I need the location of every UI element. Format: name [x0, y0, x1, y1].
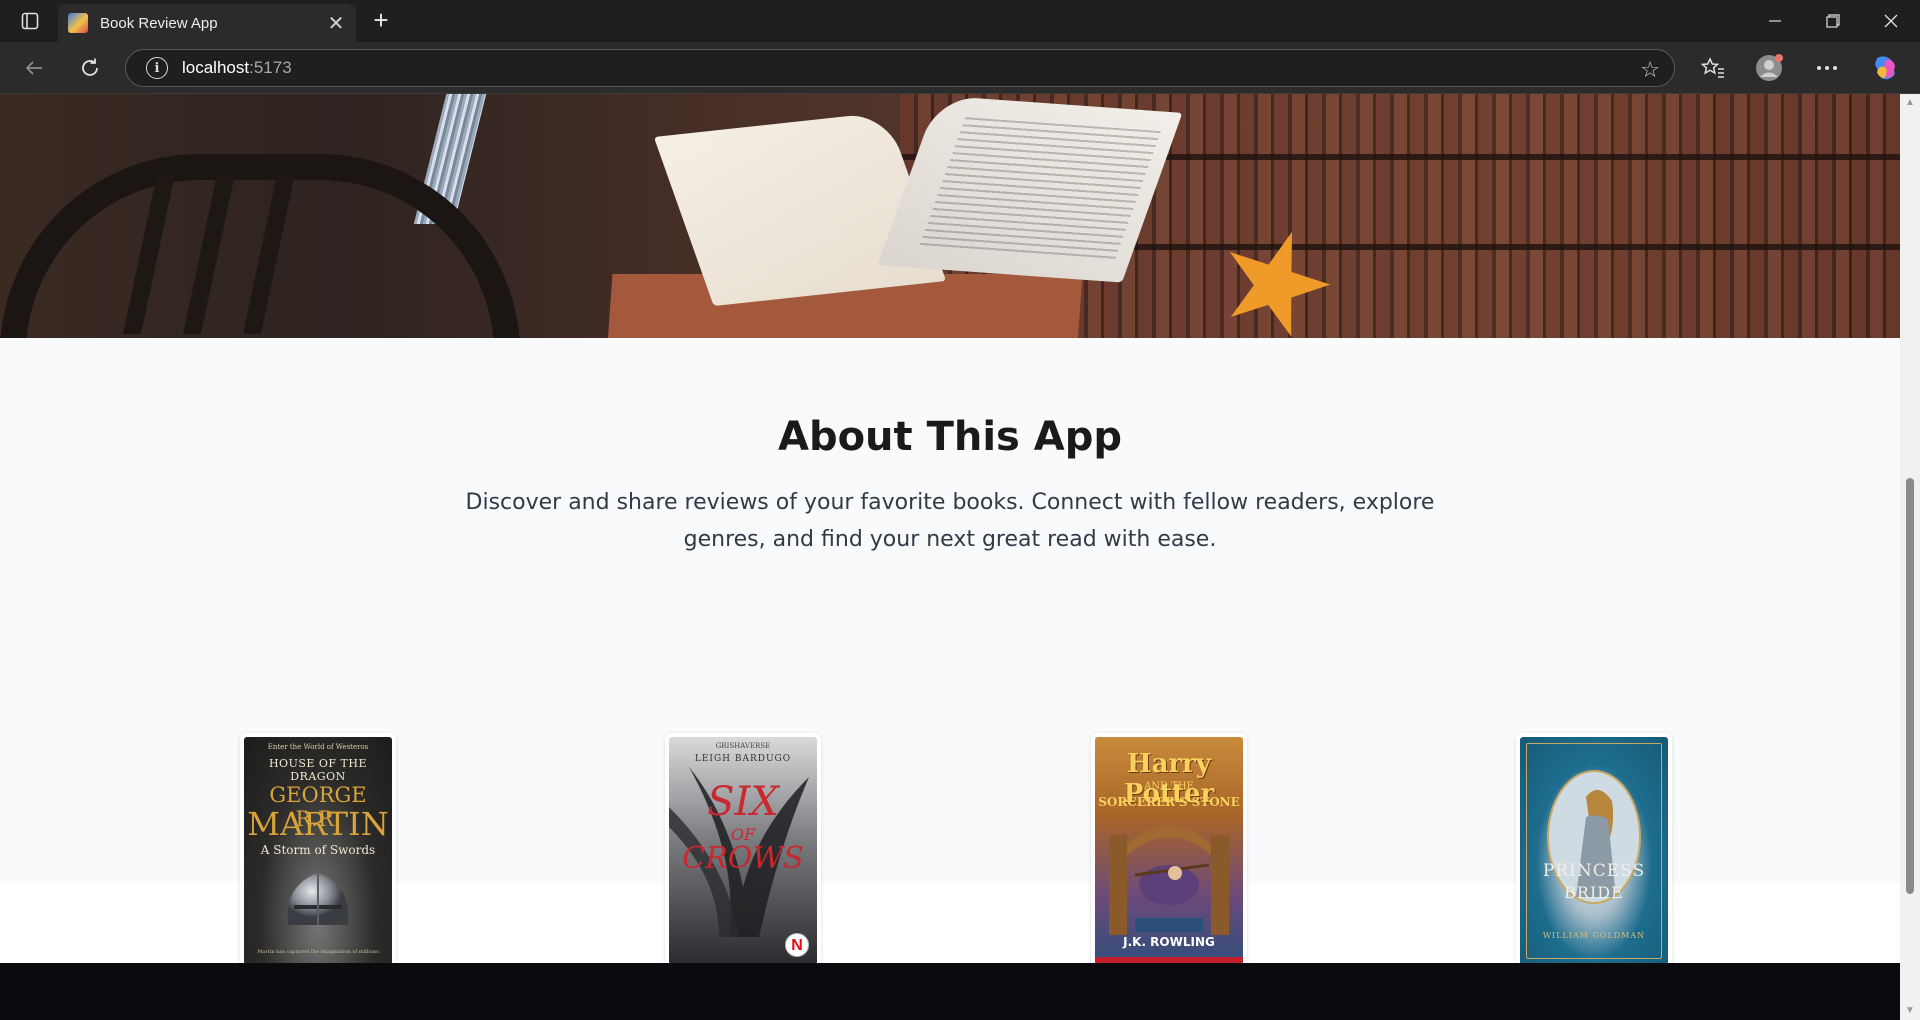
- book-card[interactable]: Enter the World of Westeros HOUSE OF THE…: [240, 733, 396, 969]
- url-field[interactable]: i localhost:5173 ☆: [125, 49, 1675, 87]
- more-options-icon[interactable]: [1810, 52, 1844, 84]
- minimize-icon[interactable]: [1746, 0, 1804, 42]
- scroll-up-icon[interactable]: ▲: [1904, 98, 1916, 108]
- page-viewport: About This App Discover and share review…: [0, 94, 1900, 1020]
- browser-tab-bar: Book Review App ✕ +: [0, 0, 1920, 42]
- hero-image: [0, 94, 1900, 338]
- book-cover[interactable]: PRINCESS BRIDE WILLIAM GOLDMAN: [1520, 737, 1668, 965]
- new-tab-button[interactable]: +: [366, 7, 396, 34]
- url-text: localhost:5173: [182, 58, 292, 77]
- profile-avatar-icon[interactable]: [1752, 52, 1786, 84]
- favicon-icon: [68, 13, 88, 33]
- about-section: About This App Discover and share review…: [0, 338, 1900, 969]
- book-cover[interactable]: Harry Potter AND THE SORCERER'S STONE J.…: [1095, 737, 1243, 965]
- restore-icon[interactable]: [1804, 0, 1862, 42]
- address-bar: i localhost:5173 ☆: [0, 42, 1920, 94]
- browser-tab[interactable]: Book Review App ✕: [58, 4, 356, 42]
- castle-illustration: [1109, 825, 1229, 935]
- site-info-icon[interactable]: i: [146, 57, 168, 79]
- book-cover[interactable]: Enter the World of Westeros HOUSE OF THE…: [244, 737, 392, 965]
- scrollbar[interactable]: ▲ ▼: [1900, 94, 1920, 1020]
- favorites-icon[interactable]: [1696, 52, 1730, 84]
- scroll-thumb[interactable]: [1906, 478, 1914, 894]
- tab-actions-icon[interactable]: [12, 8, 48, 34]
- footer: [0, 963, 1900, 1020]
- about-title: About This App: [777, 414, 1123, 460]
- copilot-icon[interactable]: [1868, 52, 1902, 84]
- book-card[interactable]: GRISHAVERSE LEIGH BARDUGO SIX OF CROWS N: [665, 733, 821, 969]
- close-window-icon[interactable]: [1862, 0, 1920, 42]
- about-description: Discover and share reviews of your favor…: [465, 490, 1435, 552]
- book-card[interactable]: PRINCESS BRIDE WILLIAM GOLDMAN: [1516, 733, 1672, 969]
- scroll-down-icon[interactable]: ▼: [1904, 1006, 1916, 1016]
- favorite-star-icon[interactable]: ☆: [1640, 57, 1660, 83]
- tab-title: Book Review App: [100, 14, 218, 32]
- back-icon[interactable]: [18, 52, 50, 84]
- book-card[interactable]: Harry Potter AND THE SORCERER'S STONE J.…: [1091, 733, 1247, 969]
- reload-icon[interactable]: [74, 52, 106, 84]
- book-cover[interactable]: GRISHAVERSE LEIGH BARDUGO SIX OF CROWS N: [669, 737, 817, 965]
- helmet-illustration: [287, 873, 349, 925]
- close-tab-icon[interactable]: ✕: [322, 9, 350, 37]
- netflix-badge-icon: N: [785, 933, 809, 957]
